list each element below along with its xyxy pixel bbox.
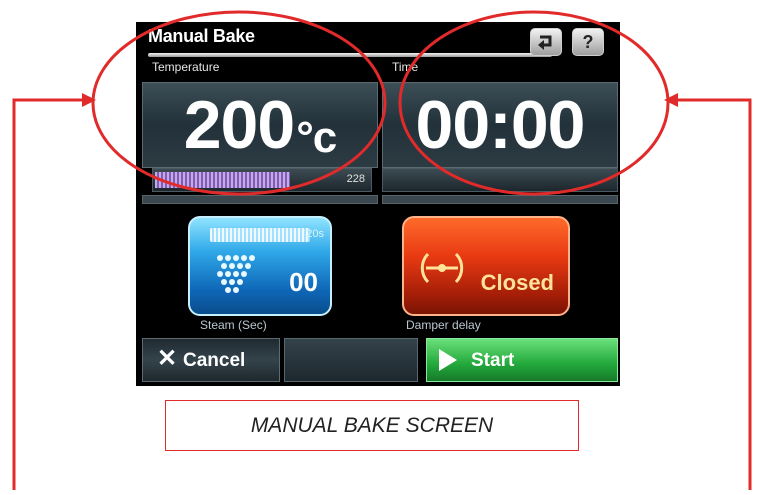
steam-max: 20s <box>306 228 324 240</box>
left-callout-line <box>12 98 84 490</box>
temperature-field[interactable]: 200°c <box>142 82 378 168</box>
damper-value: Closed <box>480 270 554 295</box>
left-callout-arrow <box>82 93 96 107</box>
back-icon <box>538 35 552 50</box>
start-button[interactable]: Start <box>426 338 618 382</box>
title-divider <box>148 53 552 57</box>
damper-label: Damper delay <box>406 318 481 332</box>
right-divider <box>382 195 618 204</box>
steam-bar <box>210 228 310 242</box>
temperature-bar[interactable]: 228 <box>152 168 372 192</box>
temperature-value-display: 200°c <box>143 83 377 180</box>
help-button[interactable]: ? <box>572 28 604 56</box>
steam-label: Steam (Sec) <box>200 318 267 332</box>
right-callout-arrow <box>664 93 678 107</box>
steam-button[interactable]: 20s 00 <box>188 216 332 316</box>
time-value: 00:00 <box>415 87 586 163</box>
cancel-button[interactable]: ✕ Cancel <box>142 338 280 382</box>
cancel-label: Cancel <box>183 350 246 371</box>
damper-button[interactable]: Closed <box>402 216 570 316</box>
right-callout-line <box>676 98 752 490</box>
steam-value: 00 <box>289 267 318 297</box>
back-button[interactable] <box>530 28 562 56</box>
caption-box: MANUAL BAKE SCREEN <box>165 400 579 451</box>
caption: MANUAL BAKE SCREEN <box>250 414 494 437</box>
temperature-label: Temperature <box>152 60 220 74</box>
blank-button[interactable] <box>284 338 418 382</box>
temperature-unit: °c <box>296 113 337 162</box>
left-divider <box>142 195 378 204</box>
time-label: Time <box>392 60 419 74</box>
oven-screen: Manual Bake ? Temperature Time 200°c 00:… <box>136 22 620 386</box>
time-bar[interactable] <box>382 168 618 192</box>
temperature-bar-fill <box>155 172 291 188</box>
cancel-icon: ✕ <box>157 345 178 372</box>
temperature-value: 200 <box>183 87 295 163</box>
play-icon <box>439 349 457 371</box>
page-title: Manual Bake <box>148 26 255 46</box>
temperature-max: 228 <box>346 173 365 185</box>
steam-icon <box>217 255 255 293</box>
start-label: Start <box>471 350 515 371</box>
time-field[interactable]: 00:00 <box>382 82 618 168</box>
damper-icon <box>420 252 464 284</box>
